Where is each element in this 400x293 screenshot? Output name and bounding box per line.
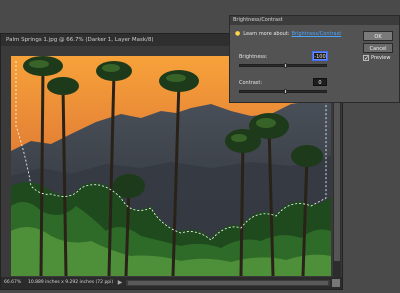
preview-label: Preview: [371, 55, 391, 61]
preview-checkbox[interactable]: ✓ Preview: [363, 55, 391, 62]
horizontal-scrollbar[interactable]: [126, 280, 330, 286]
brightness-contrast-dialog: Brightness/Contrast ● Learn more about: Br…: [229, 15, 400, 103]
brightness-label: Brightness:: [239, 54, 268, 60]
triangle-right-icon[interactable]: ▶: [116, 277, 124, 289]
brightness-field[interactable]: -100: [313, 52, 327, 60]
contrast-field[interactable]: 0: [313, 78, 327, 86]
contrast-slider-knob[interactable]: [284, 89, 287, 94]
status-bar: 66.67% 10.889 inches x 9.292 inches (72 …: [1, 277, 342, 289]
checkmark-icon[interactable]: ✓: [363, 55, 369, 62]
zoom-level[interactable]: 66.67%: [1, 277, 28, 289]
brightness-slider[interactable]: [239, 63, 327, 68]
contrast-label: Contrast:: [239, 80, 263, 86]
learn-more: ● Learn more about: Brightness/Contrast: [235, 30, 341, 37]
horizontal-scroll-thumb[interactable]: [128, 281, 328, 285]
dialog-title[interactable]: Brightness/Contrast: [230, 16, 399, 25]
learn-more-link[interactable]: Brightness/Contrast: [291, 31, 341, 37]
lightbulb-icon: ●: [235, 30, 241, 37]
document-info: 10.889 inches x 9.292 inches (72 ppi): [28, 280, 114, 285]
contrast-slider[interactable]: [239, 89, 327, 94]
ok-button[interactable]: OK: [363, 31, 393, 41]
brightness-slider-knob[interactable]: [284, 63, 287, 68]
resize-corner[interactable]: [332, 279, 340, 287]
cancel-button[interactable]: Cancel: [363, 43, 393, 53]
learn-more-text: Learn more about:: [243, 31, 290, 37]
